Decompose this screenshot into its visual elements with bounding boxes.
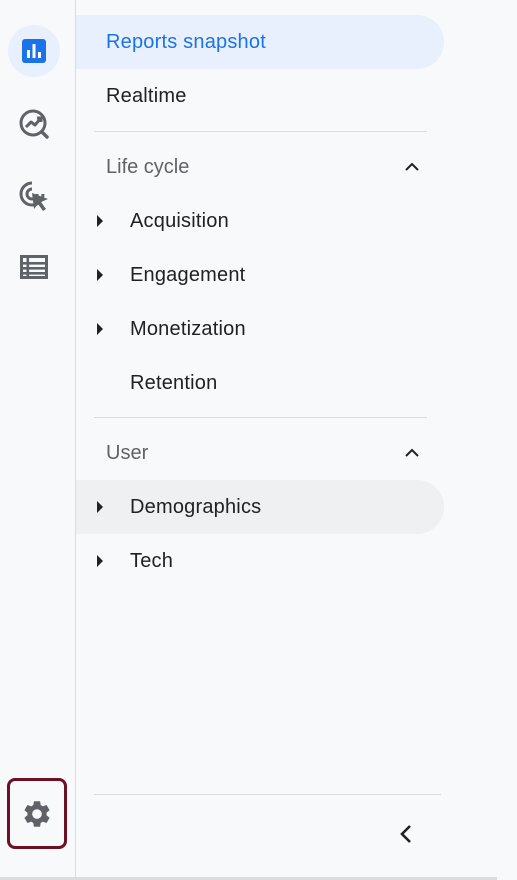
admin-button[interactable]: [7, 778, 67, 849]
nav-item-label: Demographics: [130, 495, 262, 518]
nav-item-label: Reports snapshot: [106, 30, 266, 53]
section-header-lifecycle[interactable]: Life cycle: [76, 140, 444, 194]
cursor-target-icon: [19, 181, 48, 211]
nav-item-engagement[interactable]: Engagement: [76, 248, 444, 302]
nav-item-retention[interactable]: Retention: [76, 356, 444, 410]
caret-right-icon: [97, 323, 103, 335]
rail-explore-button[interactable]: [8, 98, 60, 150]
nav-item-tech[interactable]: Tech: [76, 534, 444, 588]
nav-item-reports-snapshot[interactable]: Reports snapshot: [76, 15, 444, 69]
section-label: User: [106, 441, 149, 464]
divider: [94, 417, 427, 418]
chevron-left-icon: [400, 825, 411, 843]
caret-right-icon: [97, 215, 103, 227]
chevron-up-icon: [405, 162, 419, 171]
reports-nav-panel: Reports snapshot Realtime Life cycle Acq…: [76, 0, 517, 880]
divider: [94, 794, 441, 795]
explore-trend-icon: [19, 109, 49, 139]
nav-item-realtime[interactable]: Realtime: [76, 69, 444, 123]
rail-advertising-button[interactable]: [8, 170, 60, 222]
nav-item-label: Tech: [130, 549, 174, 572]
caret-right-icon: [97, 555, 103, 567]
nav-item-acquisition[interactable]: Acquisition: [76, 194, 444, 248]
nav-item-label: Acquisition: [130, 209, 229, 232]
nav-item-label: Realtime: [106, 84, 187, 107]
bar-chart-icon: [22, 39, 46, 63]
caret-right-icon: [97, 501, 103, 513]
nav-item-label: Monetization: [130, 317, 246, 340]
nav-item-monetization[interactable]: Monetization: [76, 302, 444, 356]
caret-right-icon: [97, 269, 103, 281]
nav-item-demographics[interactable]: Demographics: [76, 480, 444, 534]
collapse-nav-button[interactable]: [388, 816, 424, 852]
app-frame: Reports snapshot Realtime Life cycle Acq…: [0, 0, 517, 880]
rail-configure-button[interactable]: [8, 241, 60, 293]
gear-icon: [24, 800, 50, 827]
chevron-up-icon: [405, 448, 419, 457]
rail-reports-button[interactable]: [8, 25, 60, 77]
nav-item-label: Retention: [130, 371, 218, 394]
section-label: Life cycle: [106, 155, 190, 178]
nav-item-label: Engagement: [130, 263, 246, 286]
list-table-icon: [20, 255, 48, 279]
icon-rail: [0, 0, 76, 880]
divider: [94, 131, 427, 132]
section-header-user[interactable]: User: [76, 426, 444, 480]
